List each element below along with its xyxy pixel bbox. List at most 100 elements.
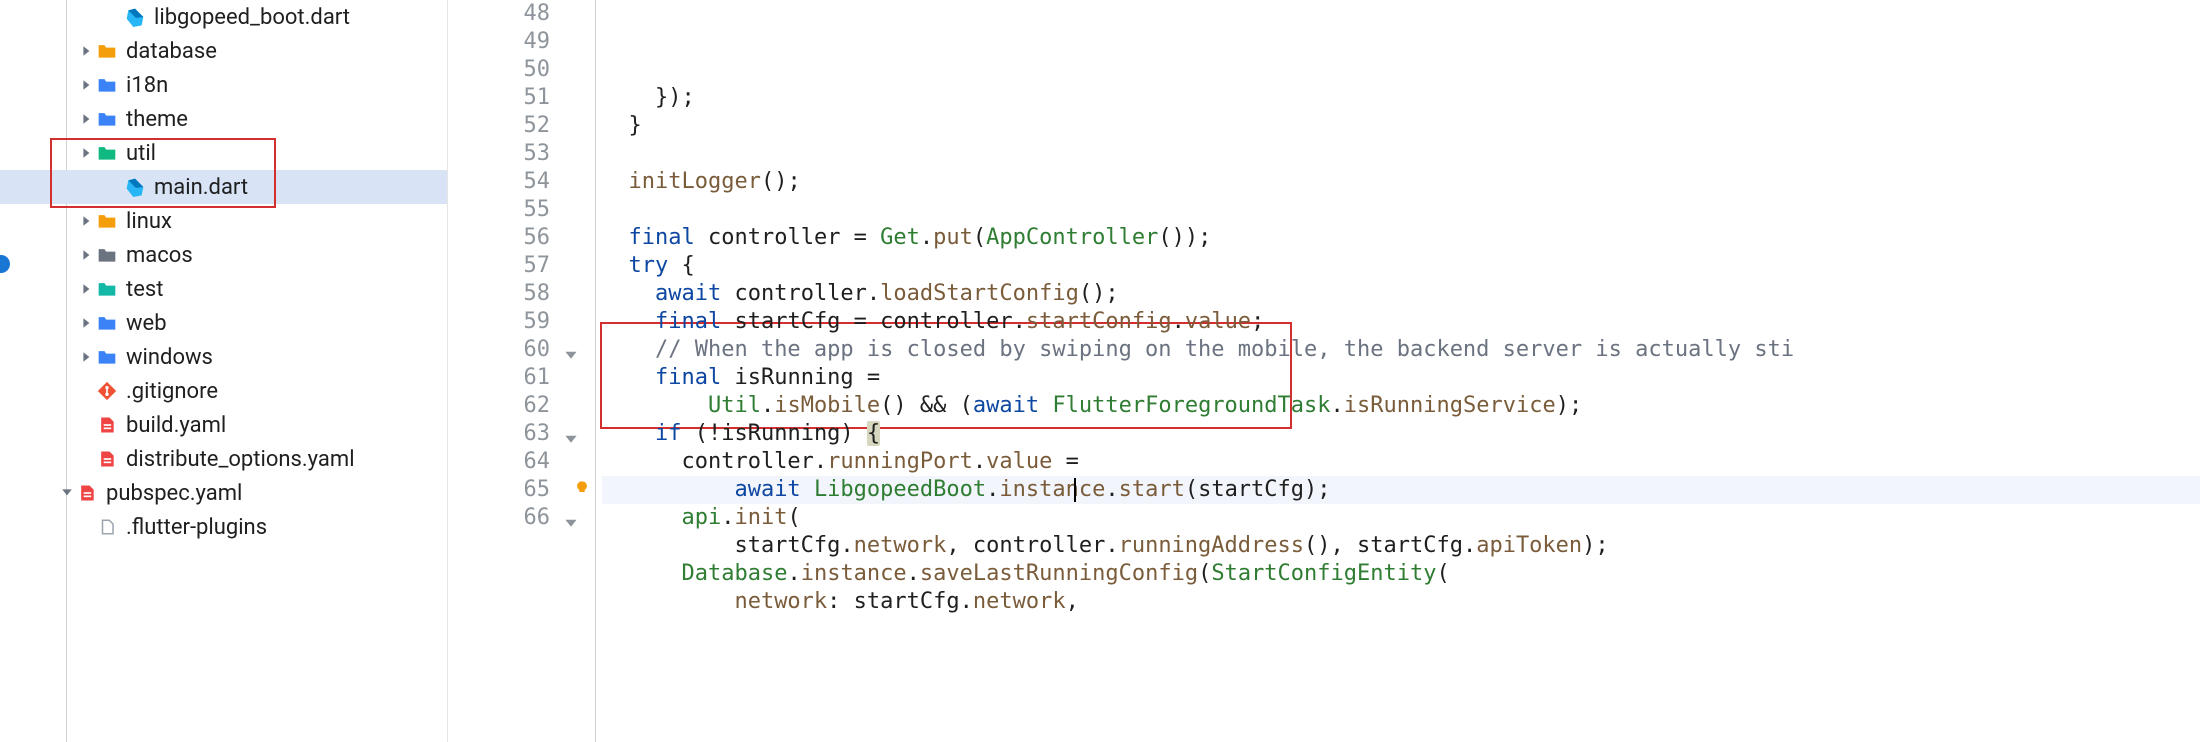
- expand-chevron[interactable]: [78, 75, 96, 96]
- code-line[interactable]: network: startCfg.network,: [602, 588, 2200, 616]
- code-line[interactable]: controller.runningPort.value =: [602, 448, 2200, 476]
- fold-column[interactable]: [556, 0, 588, 742]
- expand-chevron[interactable]: [78, 347, 96, 368]
- code-token: ;: [1251, 309, 1264, 334]
- fold-chevron-icon[interactable]: [564, 344, 578, 368]
- code-token: value: [1185, 309, 1251, 334]
- folder-blue-icon: [96, 346, 118, 368]
- tree-item--gitignore[interactable]: .gitignore: [0, 374, 447, 408]
- tree-item-label: linux: [126, 209, 172, 234]
- code-line[interactable]: // When the app is closed by swiping on …: [602, 336, 2200, 364]
- tree-item-web[interactable]: web: [0, 306, 447, 340]
- code-content[interactable]: }); } initLogger(); final controller = G…: [602, 0, 2200, 742]
- expand-chevron[interactable]: [78, 211, 96, 232]
- code-token: (: [973, 225, 986, 250]
- code-token: ());: [1158, 225, 1211, 250]
- code-token: put: [933, 225, 973, 250]
- folder-teal-icon: [96, 278, 118, 300]
- code-line[interactable]: [602, 140, 2200, 168]
- code-line[interactable]: await controller.loadStartConfig();: [602, 280, 2200, 308]
- tree-item-theme[interactable]: theme: [0, 102, 447, 136]
- indent-guide: [588, 0, 602, 742]
- code-line[interactable]: Database.instance.saveLastRunningConfig(…: [602, 560, 2200, 588]
- code-token: : startCfg.: [827, 589, 973, 614]
- tree-item-i18n[interactable]: i18n: [0, 68, 447, 102]
- lightbulb-icon[interactable]: [574, 476, 592, 494]
- code-token: [602, 85, 655, 110]
- tree-item-main-dart[interactable]: main.dart: [0, 170, 447, 204]
- tree-item-libgopeed-boot-dart[interactable]: libgopeed_boot.dart: [0, 0, 447, 34]
- git-icon: [96, 380, 118, 402]
- expand-chevron[interactable]: [78, 109, 96, 130]
- line-number: 66: [448, 504, 550, 532]
- code-token: [602, 365, 655, 390]
- code-token: isMobile: [774, 393, 880, 418]
- code-line[interactable]: final controller = Get.put(AppController…: [602, 224, 2200, 252]
- code-token: star: [1119, 477, 1172, 502]
- code-line[interactable]: startCfg.network, controller.runningAddr…: [602, 532, 2200, 560]
- code-token: runningPort: [827, 449, 973, 474]
- code-token: final: [655, 365, 734, 390]
- code-token: [602, 309, 655, 334]
- tree-item-label: database: [126, 39, 217, 64]
- line-number: 49: [448, 28, 550, 56]
- code-line[interactable]: [602, 196, 2200, 224]
- tree-item-util[interactable]: util: [0, 136, 447, 170]
- tree-item-macos[interactable]: macos: [0, 238, 447, 272]
- line-number: 64: [448, 448, 550, 476]
- code-token: .: [787, 561, 800, 586]
- line-number: 50: [448, 56, 550, 84]
- expand-chevron[interactable]: [78, 143, 96, 164]
- tree-item--flutter-plugins[interactable]: .flutter-plugins: [0, 510, 447, 544]
- tree-item-linux[interactable]: linux: [0, 204, 447, 238]
- code-token: () && (: [880, 393, 973, 418]
- line-number: 63: [448, 420, 550, 448]
- tree-item-database[interactable]: database: [0, 34, 447, 68]
- code-token: });: [655, 85, 695, 110]
- code-line[interactable]: Util.isMobile() && (await FlutterForegro…: [602, 392, 2200, 420]
- line-number: 56: [448, 224, 550, 252]
- code-token: FlutterForegroundTask: [1052, 393, 1330, 418]
- code-token: final: [629, 225, 708, 250]
- tree-item-windows[interactable]: windows: [0, 340, 447, 374]
- code-token: await: [655, 281, 734, 306]
- fold-chevron-icon[interactable]: [564, 512, 578, 536]
- yaml-icon: [76, 482, 98, 504]
- tree-item-label: libgopeed_boot.dart: [154, 5, 350, 30]
- line-number: 52: [448, 112, 550, 140]
- tree-item-distribute-options-yaml[interactable]: distribute_options.yaml: [0, 442, 447, 476]
- code-line[interactable]: if (!isRunning) {: [602, 420, 2200, 448]
- code-line[interactable]: final isRunning =: [602, 364, 2200, 392]
- code-token: ();: [761, 169, 801, 194]
- code-line[interactable]: try {: [602, 252, 2200, 280]
- code-line[interactable]: final startCfg = controller.startConfig.…: [602, 308, 2200, 336]
- file-explorer-sidebar[interactable]: libgopeed_boot.dart database i18nthemeutil…: [0, 0, 448, 742]
- code-token: controller =: [708, 225, 880, 250]
- line-number: 57: [448, 252, 550, 280]
- code-line[interactable]: }: [602, 112, 2200, 140]
- code-token: network: [854, 533, 947, 558]
- file-icon: [96, 516, 118, 538]
- expand-chevron[interactable]: [78, 41, 96, 62]
- code-line[interactable]: });: [602, 84, 2200, 112]
- expand-chevron[interactable]: [78, 245, 96, 266]
- code-editor[interactable]: 48495051525354555657585960616263646566 }…: [448, 0, 2200, 742]
- dart-icon: [124, 6, 146, 28]
- expand-chevron[interactable]: [58, 483, 76, 504]
- folder-blue-icon: [96, 312, 118, 334]
- fold-chevron-icon[interactable]: [564, 428, 578, 452]
- tree-item-pubspec-yaml[interactable]: pubspec.yaml: [0, 476, 447, 510]
- expand-chevron[interactable]: [78, 279, 96, 300]
- tree-item-test[interactable]: test: [0, 272, 447, 306]
- code-token: ();: [1079, 281, 1119, 306]
- code-token: =: [1052, 449, 1079, 474]
- code-line[interactable]: api.init(: [602, 504, 2200, 532]
- code-token: [602, 337, 655, 362]
- tree-item-build-yaml[interactable]: build.yaml: [0, 408, 447, 442]
- line-number: 55: [448, 196, 550, 224]
- code-token: {: [681, 253, 694, 278]
- code-line[interactable]: initLogger();: [602, 168, 2200, 196]
- line-number: 54: [448, 168, 550, 196]
- expand-chevron[interactable]: [78, 313, 96, 334]
- code-line[interactable]: await LibgopeedBoot.instance.start(start…: [602, 476, 2200, 504]
